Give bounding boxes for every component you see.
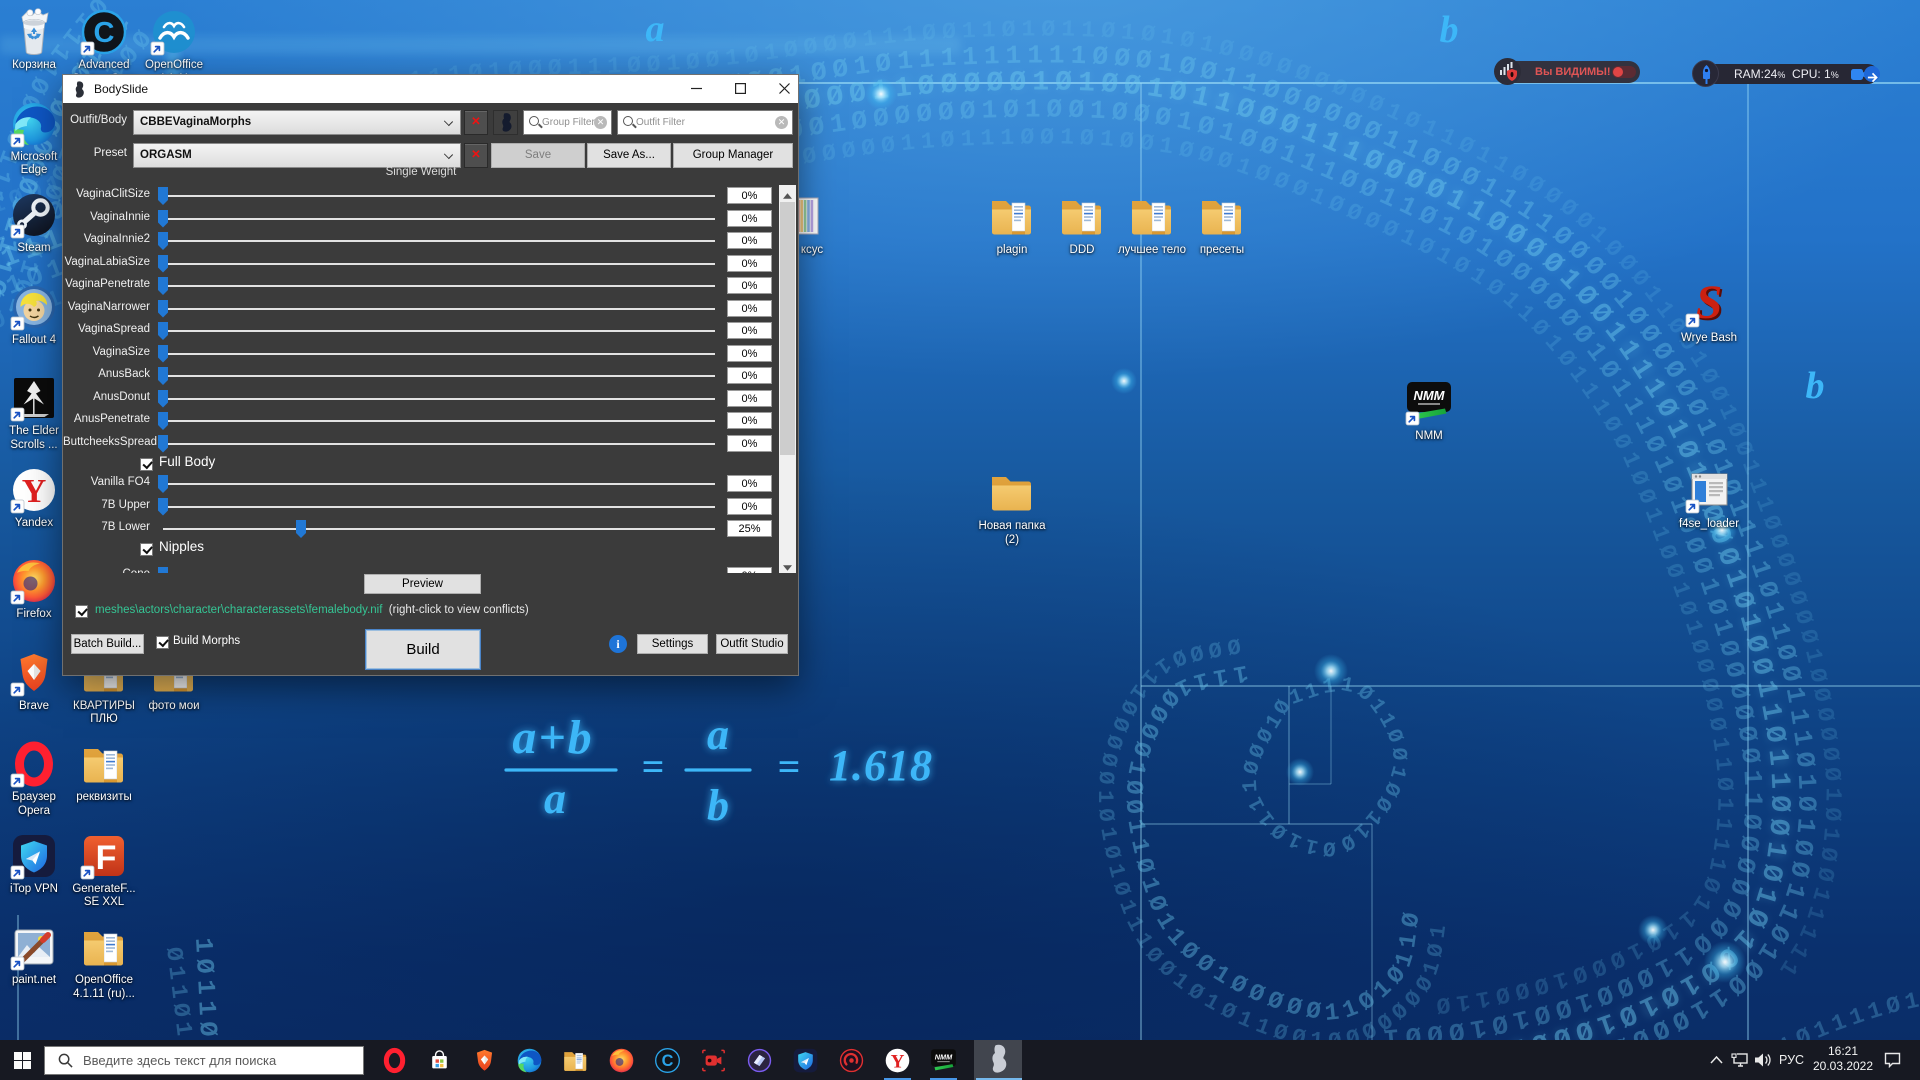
svg-text:b: b bbox=[1806, 365, 1825, 407]
svg-text:a: a bbox=[707, 710, 729, 759]
svg-text:a: a bbox=[646, 8, 665, 50]
svg-text:b: b bbox=[707, 781, 729, 830]
svg-text:b: b bbox=[1440, 9, 1459, 51]
svg-text:a+b: a+b bbox=[512, 711, 593, 764]
svg-text:=: = bbox=[778, 744, 801, 789]
svg-text:=: = bbox=[642, 744, 665, 789]
svg-text:a: a bbox=[544, 774, 566, 823]
svg-text:1.618: 1.618 bbox=[829, 741, 933, 790]
